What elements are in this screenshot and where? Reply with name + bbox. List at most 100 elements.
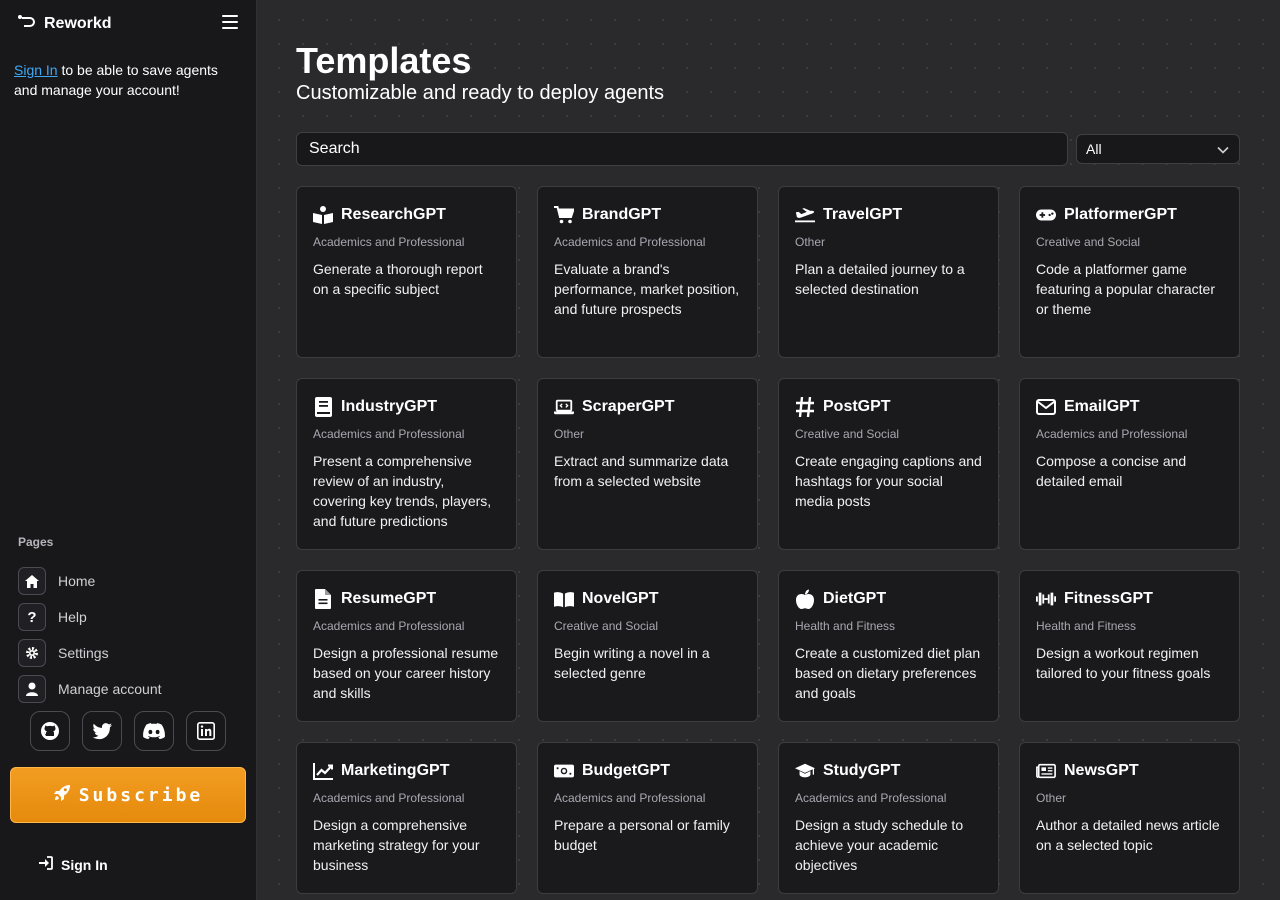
open-book-icon [554,589,574,609]
card-category: Other [795,235,826,249]
template-card-brandgpt[interactable]: BrandGPT Academics and Professional Eval… [537,186,758,358]
sidebar-item-label: Manage account [58,681,162,697]
card-category: Academics and Professional [313,427,465,441]
sidebar-item-label: Help [58,609,87,625]
home-icon [18,567,46,595]
template-card-industrygpt[interactable]: IndustryGPT Academics and Professional P… [296,378,517,550]
twitter-icon[interactable] [82,711,122,751]
card-title: PlatformerGPT [1064,206,1177,223]
sidebar-item-help[interactable]: ? Help [18,599,162,635]
sidebar-item-manage-account[interactable]: Manage account [18,671,162,707]
template-card-emailgpt[interactable]: EmailGPT Academics and Professional Comp… [1019,378,1240,550]
template-card-novelgpt[interactable]: NovelGPT Creative and Social Begin writi… [537,570,758,722]
card-title: IndustryGPT [341,398,438,415]
money-icon [554,761,574,781]
card-description: Plan a detailed journey to a selected de… [795,261,965,297]
card-category: Academics and Professional [554,791,706,805]
signin-message: Sign In to be able to save agents and ma… [14,60,242,100]
card-title: TravelGPT [823,206,903,223]
sidebar-item-home[interactable]: Home [18,563,162,599]
card-title: EmailGPT [1064,398,1140,415]
card-description: Create a customized diet plan based on d… [795,645,981,701]
book-reader-icon [313,205,333,225]
card-category: Creative and Social [1036,235,1141,249]
signin-link[interactable]: Sign In [14,62,58,78]
card-category: Creative and Social [554,619,659,633]
github-icon[interactable] [30,711,70,751]
card-description: Generate a thorough report on a specific… [313,261,483,297]
card-description: Compose a concise and detailed email [1036,453,1187,489]
cart-icon [554,205,574,225]
card-title: NewsGPT [1064,762,1139,779]
card-category: Academics and Professional [795,791,947,805]
chart-line-icon [313,761,333,781]
menu-icon[interactable] [222,15,240,31]
card-description: Author a detailed news article on a sele… [1036,817,1220,853]
subscribe-button[interactable]: Subscribe [10,767,246,823]
card-description: Begin writing a novel in a selected genr… [554,645,710,681]
card-title: FitnessGPT [1064,590,1153,607]
sidebar-item-settings[interactable]: Settings [18,635,162,671]
card-category: Other [1036,791,1067,805]
category-select-value: All [1086,141,1102,157]
card-description: Design a workout regimen tailored to you… [1036,645,1211,681]
signin-button-label: Sign In [61,856,108,873]
linkedin-icon[interactable] [186,711,226,751]
template-card-dietgpt[interactable]: DietGPT Health and Fitness Create a cust… [778,570,999,722]
sidebar-item-label: Settings [58,645,109,661]
template-card-newsgpt[interactable]: NewsGPT Other Author a detailed news art… [1019,742,1240,894]
card-category: Other [554,427,585,441]
chevron-down-icon [1217,141,1229,157]
card-category: Academics and Professional [313,791,465,805]
document-icon [313,589,333,609]
sidebar-item-label: Home [58,573,96,589]
signin-button[interactable]: Sign In [38,856,108,873]
card-category: Academics and Professional [313,619,465,633]
template-card-postgpt[interactable]: PostGPT Creative and Social Create engag… [778,378,999,550]
card-title: PostGPT [823,398,891,415]
reworkd-logo-icon [18,14,36,33]
card-description: Evaluate a brand's performance, market p… [554,261,740,317]
envelope-icon [1036,397,1056,417]
card-category: Academics and Professional [554,235,706,249]
card-description: Create engaging captions and hashtags fo… [795,453,982,509]
card-title: ResumeGPT [341,590,437,607]
template-card-researchgpt[interactable]: ResearchGPT Academics and Professional G… [296,186,517,358]
user-icon [18,675,46,703]
graduation-cap-icon [795,761,815,781]
template-card-marketinggpt[interactable]: MarketingGPT Academics and Professional … [296,742,517,894]
template-card-scrapergpt[interactable]: ScraperGPT Other Extract and summarize d… [537,378,758,550]
gamepad-icon [1036,205,1056,225]
book-icon [313,397,333,417]
hashtag-icon [795,397,815,417]
template-card-fitnessgpt[interactable]: FitnessGPT Health and Fitness Design a w… [1019,570,1240,722]
brand-name: Reworkd [44,14,112,32]
card-description: Design a professional resume based on yo… [313,645,499,701]
card-category: Health and Fitness [795,619,896,633]
brand[interactable]: Reworkd [18,14,112,33]
social-links [30,711,226,751]
card-category: Academics and Professional [313,235,465,249]
category-select[interactable]: All [1076,134,1240,164]
template-card-budgetgpt[interactable]: BudgetGPT Academics and Professional Pre… [537,742,758,894]
card-title: BrandGPT [582,206,662,223]
search-input[interactable] [296,132,1068,166]
template-card-studygpt[interactable]: StudyGPT Academics and Professional Desi… [778,742,999,894]
sidebar: Reworkd Sign In to be able to save agent… [0,0,257,900]
card-description: Prepare a personal or family budget [554,817,730,853]
card-description: Design a study schedule to achieve your … [795,817,964,873]
pages-label: Pages [18,535,54,549]
dumbbell-icon [1036,589,1056,609]
main-content: Templates Customizable and ready to depl… [257,0,1280,900]
card-category: Creative and Social [795,427,900,441]
sign-in-icon [38,856,53,873]
template-card-resumegpt[interactable]: ResumeGPT Academics and Professional Des… [296,570,517,722]
card-description: Extract and summarize data from a select… [554,453,729,489]
template-card-platformergpt[interactable]: PlatformerGPT Creative and Social Code a… [1019,186,1240,358]
template-card-travelgpt[interactable]: TravelGPT Other Plan a detailed journey … [778,186,999,358]
template-grid: ResearchGPT Academics and Professional G… [296,186,1240,900]
discord-icon[interactable] [134,711,174,751]
apple-icon [795,589,815,609]
plane-icon [795,205,815,225]
page-title: Templates [296,40,472,81]
